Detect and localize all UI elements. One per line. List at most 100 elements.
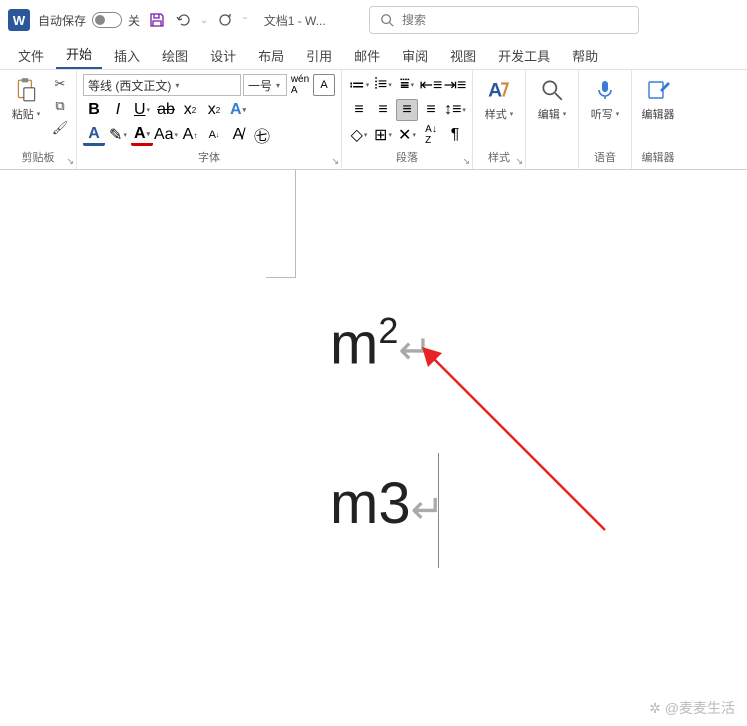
shrink-font-icon[interactable]: A↓ xyxy=(203,124,225,146)
toggle-off-icon xyxy=(92,12,122,28)
paste-icon xyxy=(12,76,40,104)
text-direction-icon[interactable]: ✕▾ xyxy=(396,124,418,146)
group-clipboard-label: 剪贴板 xyxy=(6,149,70,167)
font-launcher-icon[interactable]: ↘ xyxy=(331,156,339,167)
microphone-icon xyxy=(591,76,619,104)
group-editing: 编辑▾ xyxy=(526,70,579,169)
highlight-icon[interactable]: ✎▾ xyxy=(107,124,129,146)
tab-insert[interactable]: 插入 xyxy=(104,42,150,69)
paste-button[interactable]: 粘贴▾ xyxy=(6,74,46,124)
subscript-button[interactable]: x2 xyxy=(179,99,201,121)
undo-icon[interactable] xyxy=(174,11,192,29)
tab-mailings[interactable]: 邮件 xyxy=(344,42,390,69)
search-box[interactable] xyxy=(369,6,639,34)
underline-button[interactable]: U▾ xyxy=(131,99,153,121)
title-bar: W 自动保存 关 ⌄ ⁼ 文档1 - W... xyxy=(0,0,747,40)
increase-indent-icon[interactable]: ⇥≡ xyxy=(444,74,466,96)
bullets-icon[interactable]: ≔▾ xyxy=(348,74,370,96)
qat-dropdown-icon[interactable]: ⌄ xyxy=(200,15,208,26)
font-name-combo[interactable]: 等线 (西文正文)▾ xyxy=(83,74,241,96)
show-marks-icon[interactable]: ¶ xyxy=(444,124,466,146)
borders-icon[interactable]: ⊞▾ xyxy=(372,124,394,146)
line-spacing-icon[interactable]: ↕≡▾ xyxy=(444,99,466,121)
paragraph-mark-icon: ↵ xyxy=(398,328,432,372)
ribbon: 粘贴▾ ✂ ⧉ 🖌 剪贴板 ↘ 等线 (西文正文)▾ 一号▾ wénA A B … xyxy=(0,70,747,170)
annotation-arrow-icon xyxy=(420,345,620,545)
decrease-indent-icon[interactable]: ⇤≡ xyxy=(420,74,442,96)
char-shading-icon[interactable]: A xyxy=(83,124,105,146)
group-editor-label: 编辑器 xyxy=(638,149,678,167)
redo-icon[interactable] xyxy=(216,11,234,29)
numbering-icon[interactable]: ⦙≡▾ xyxy=(372,74,394,96)
search-icon xyxy=(380,13,394,27)
page-margin-guide xyxy=(266,170,296,278)
word-app-icon: W xyxy=(8,9,30,31)
tab-file[interactable]: 文件 xyxy=(8,42,54,69)
autosave-toggle[interactable]: 自动保存 关 xyxy=(38,12,140,29)
doc-line-1[interactable]: m2↵ xyxy=(330,310,432,377)
tab-design[interactable]: 设计 xyxy=(200,42,246,69)
copy-icon[interactable]: ⧉ xyxy=(50,96,70,116)
align-justify-icon[interactable]: ≡ xyxy=(396,99,418,121)
group-paragraph: ≔▾ ⦙≡▾ ⩸▾ ⇤≡ ⇥≡ ≡ ≡ ≡ ≡ ↕≡▾ ◇▾ ⊞▾ ✕▾ A↓Z… xyxy=(342,70,473,169)
tab-layout[interactable]: 布局 xyxy=(248,42,294,69)
group-font: 等线 (西文正文)▾ 一号▾ wénA A B I U▾ ab x2 x2 A▾… xyxy=(77,70,342,169)
autosave-label: 自动保存 xyxy=(38,12,86,29)
editing-button[interactable]: 编辑▾ xyxy=(532,74,572,124)
align-left-icon[interactable]: ≡ xyxy=(348,99,370,121)
styles-icon: A xyxy=(485,76,513,104)
format-painter-icon[interactable]: 🖌 xyxy=(50,118,70,138)
tab-help[interactable]: 帮助 xyxy=(562,42,608,69)
text-cursor xyxy=(438,453,439,568)
group-editor: 编辑器 编辑器 xyxy=(632,70,684,169)
clear-formatting-icon[interactable]: A̸ xyxy=(227,124,249,146)
save-icon[interactable] xyxy=(148,11,166,29)
tab-view[interactable]: 视图 xyxy=(440,42,486,69)
align-distribute-icon[interactable]: ≡ xyxy=(420,99,442,121)
group-paragraph-label: 段落 xyxy=(348,149,466,167)
watermark: ✲ @麦麦生活 xyxy=(649,698,735,718)
svg-text:A: A xyxy=(488,80,502,102)
paragraph-mark-icon: ↵ xyxy=(411,488,445,532)
grow-font-icon[interactable]: A↑ xyxy=(179,124,201,146)
enclose-char-icon[interactable]: ㊆ xyxy=(251,124,273,146)
editor-button[interactable]: 编辑器 xyxy=(638,74,678,124)
char-border-icon[interactable]: A xyxy=(313,74,335,96)
tab-draw[interactable]: 绘图 xyxy=(152,42,198,69)
font-size-combo[interactable]: 一号▾ xyxy=(243,74,287,96)
phonetic-guide-icon[interactable]: wénA xyxy=(289,74,311,96)
document-canvas[interactable]: m2↵ m3↵ ✲ @麦麦生活 xyxy=(0,170,747,726)
align-center-icon[interactable]: ≡ xyxy=(372,99,394,121)
strikethrough-button[interactable]: ab xyxy=(155,99,177,121)
shading-icon[interactable]: ◇▾ xyxy=(348,124,370,146)
bold-button[interactable]: B xyxy=(83,99,105,121)
styles-launcher-icon[interactable]: ↘ xyxy=(515,156,523,167)
document-title: 文档1 - W... xyxy=(264,12,326,29)
group-dictate: 听写▾ 语音 xyxy=(579,70,632,169)
text-effects-icon[interactable]: A▾ xyxy=(227,99,249,121)
font-color-icon[interactable]: A▾ xyxy=(131,124,153,146)
tab-developer[interactable]: 开发工具 xyxy=(488,42,560,69)
autosave-state: 关 xyxy=(128,12,140,29)
group-clipboard: 粘贴▾ ✂ ⧉ 🖌 剪贴板 ↘ xyxy=(0,70,77,169)
find-icon xyxy=(538,76,566,104)
change-case-icon[interactable]: Aa▾ xyxy=(155,124,177,146)
dictate-button[interactable]: 听写▾ xyxy=(585,74,625,124)
multilevel-list-icon[interactable]: ⩸▾ xyxy=(396,74,418,96)
superscript-button[interactable]: x2 xyxy=(203,99,225,121)
paragraph-launcher-icon[interactable]: ↘ xyxy=(462,156,470,167)
tab-references[interactable]: 引用 xyxy=(296,42,342,69)
group-styles: A 样式▾ 样式 ↘ xyxy=(473,70,526,169)
qat-more-icon[interactable]: ⁼ xyxy=(242,15,247,26)
group-font-label: 字体 xyxy=(83,149,335,167)
tab-review[interactable]: 审阅 xyxy=(392,42,438,69)
styles-button[interactable]: A 样式▾ xyxy=(479,74,519,124)
search-input[interactable] xyxy=(402,13,628,27)
cut-icon[interactable]: ✂ xyxy=(50,74,70,94)
group-dictate-label: 语音 xyxy=(585,149,625,167)
tab-home[interactable]: 开始 xyxy=(56,40,102,69)
clipboard-launcher-icon[interactable]: ↘ xyxy=(66,156,74,167)
sort-icon[interactable]: A↓Z xyxy=(420,124,442,146)
italic-button[interactable]: I xyxy=(107,99,129,121)
doc-line-2[interactable]: m3↵ xyxy=(330,470,444,537)
